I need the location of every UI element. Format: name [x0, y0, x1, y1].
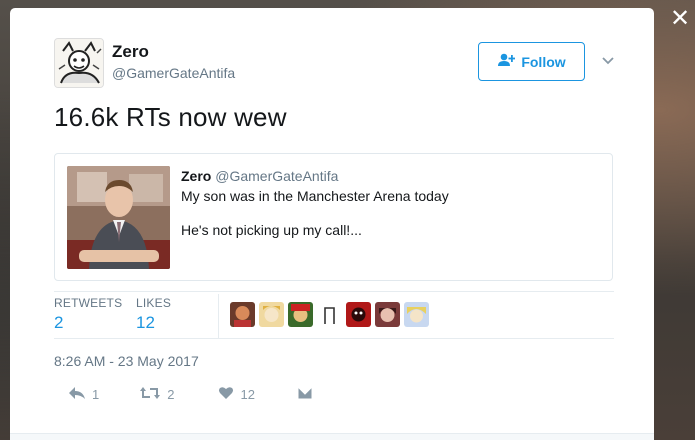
quoted-tweet-text-line2: He's not picking up my call!... [181, 222, 362, 238]
heart-icon [218, 386, 234, 403]
follow-button-label: Follow [521, 53, 566, 70]
liker-avatar[interactable] [288, 302, 313, 327]
quoted-tweet-text-line1: My son was in the Manchester Arena today [181, 188, 449, 204]
divider [54, 338, 614, 339]
tweet-actions: 1 2 12 [54, 386, 313, 403]
direct-message-button[interactable] [297, 386, 313, 403]
author-display-name[interactable]: Zero [112, 42, 149, 62]
quoted-tweet[interactable]: Zero @GamerGateAntifa My son was in the … [54, 153, 613, 281]
quoted-tweet-photo[interactable] [67, 166, 170, 269]
liker-avatar[interactable] [375, 302, 400, 327]
chevron-down-icon[interactable] [600, 52, 616, 68]
close-icon[interactable]: ✕ [668, 6, 692, 30]
stats-separator [218, 294, 219, 338]
likes-label: LIKES [136, 296, 172, 310]
envelope-icon [297, 386, 313, 403]
likers-avatar-row [230, 302, 429, 328]
tweet-timestamp[interactable]: 8:26 AM - 23 May 2017 [54, 353, 199, 369]
divider [54, 291, 614, 292]
retweet-button[interactable]: 2 [139, 386, 174, 403]
add-user-icon [497, 53, 516, 70]
liker-avatar[interactable] [346, 302, 371, 327]
quoted-tweet-display-name: Zero [181, 168, 212, 184]
likes-count: 12 [136, 313, 155, 332]
reply-icon [68, 386, 86, 403]
liker-avatar[interactable] [404, 302, 429, 327]
reply-count: 1 [92, 387, 100, 402]
author-screen-name[interactable]: @GamerGateAntifa [112, 65, 235, 81]
quoted-tweet-screen-name: @GamerGateAntifa [215, 168, 339, 184]
avatar[interactable] [54, 38, 104, 88]
like-button[interactable]: 12 [218, 386, 255, 403]
likes-stat[interactable]: LIKES 12 [136, 296, 171, 333]
retweet-count: 2 [167, 387, 175, 402]
liker-avatar[interactable] [230, 302, 255, 327]
retweets-stat[interactable]: RETWEETS 2 [54, 296, 122, 333]
liker-avatar[interactable] [317, 302, 342, 327]
reply-button[interactable]: 1 [68, 386, 99, 403]
retweets-label: RETWEETS [54, 296, 123, 310]
retweet-icon [139, 386, 161, 403]
quoted-tweet-author: Zero @GamerGateAntifa [181, 168, 338, 184]
tweet-text: 16.6k RTs now wew [54, 102, 287, 132]
footer-bar [10, 433, 654, 440]
follow-button[interactable]: Follow [478, 42, 585, 81]
tweet-card: Zero @GamerGateAntifa Follow 16.6k RTs n… [10, 8, 654, 440]
liker-avatar[interactable] [259, 302, 284, 327]
like-count: 12 [240, 387, 255, 402]
retweets-count: 2 [54, 313, 64, 332]
